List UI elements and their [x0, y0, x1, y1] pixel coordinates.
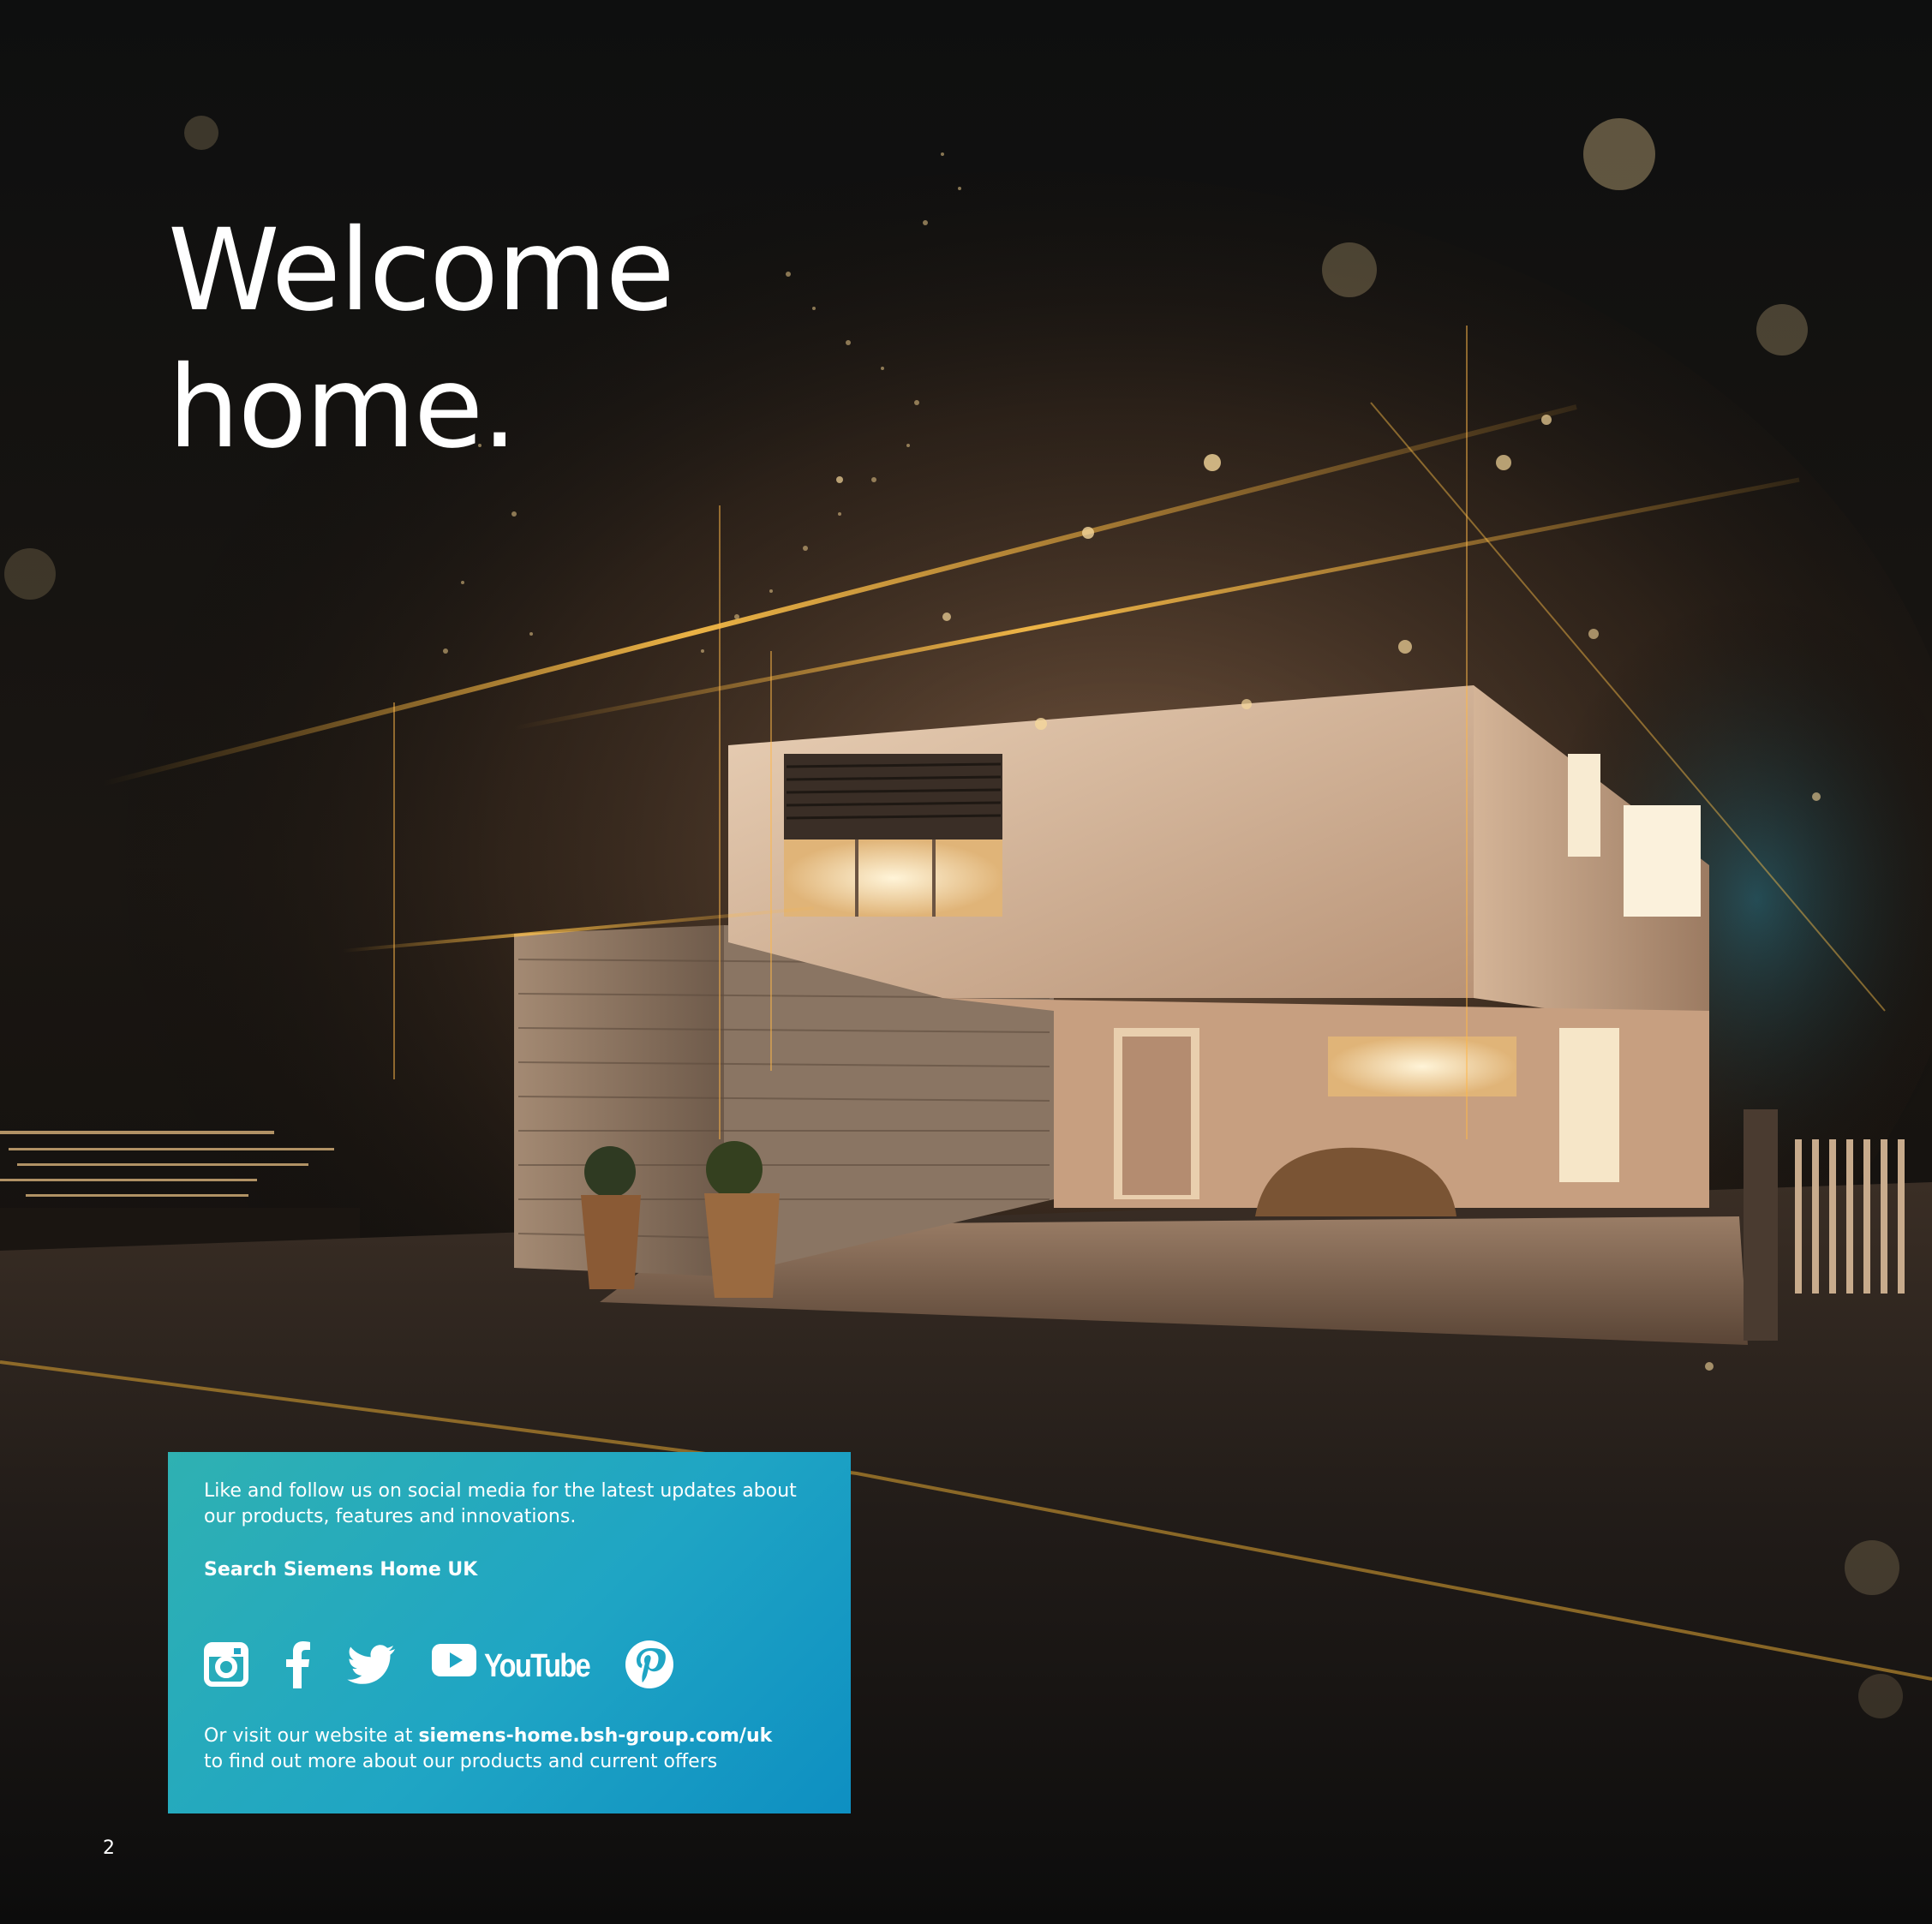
search-hint: Search Siemens Home UK — [204, 1559, 478, 1580]
social-icons-row: YouTube — [204, 1639, 674, 1690]
website-link[interactable]: siemens-home.bsh-group.com/uk — [418, 1725, 772, 1747]
twitter-icon[interactable] — [346, 1644, 396, 1685]
website-text: Or visit our website at siemens-home.bsh… — [204, 1724, 772, 1775]
instagram-icon[interactable] — [204, 1642, 248, 1687]
social-intro-text: Like and follow us on social media for t… — [204, 1480, 797, 1527]
youtube-link[interactable]: YouTube — [432, 1644, 591, 1685]
page-number: 2 — [103, 1837, 115, 1859]
headline: Welcome home. — [168, 202, 675, 476]
website-prefix: Or visit our website at — [204, 1725, 419, 1747]
headline-line-2: home. — [168, 342, 517, 474]
headline-line-1: Welcome — [168, 205, 675, 337]
social-info-box: Like and follow us on social media for t… — [168, 1452, 851, 1813]
pinterest-icon[interactable] — [625, 1640, 674, 1689]
website-suffix: to find out more about our products and … — [204, 1751, 718, 1772]
facebook-icon[interactable] — [284, 1640, 310, 1688]
youtube-wordmark: YouTube — [484, 1648, 591, 1684]
youtube-play-icon — [432, 1644, 476, 1676]
